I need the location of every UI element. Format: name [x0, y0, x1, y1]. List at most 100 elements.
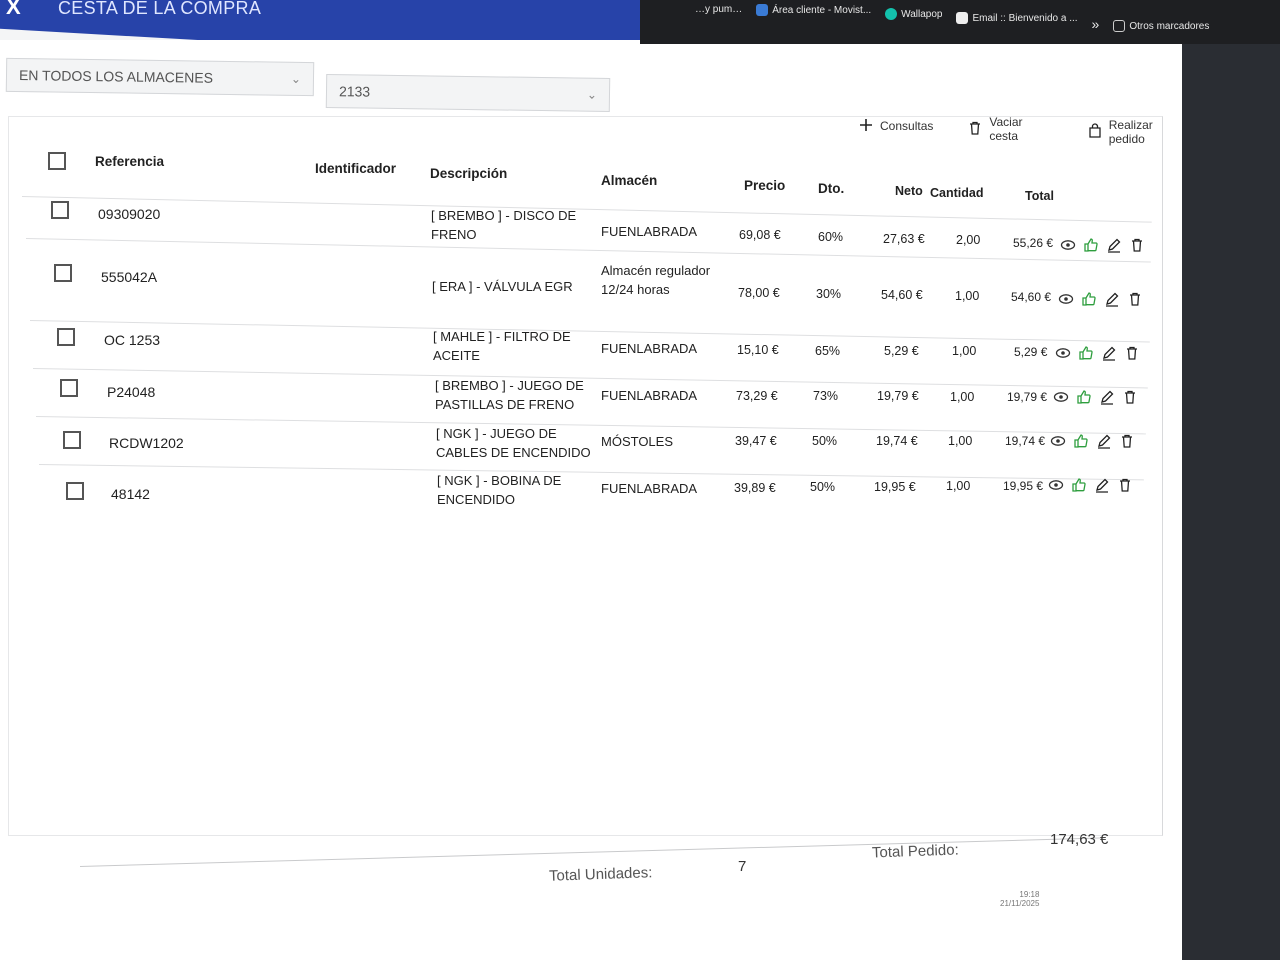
row-actions	[1057, 290, 1143, 307]
cell-precio: 73,29 €	[736, 389, 778, 403]
row-checkbox[interactable]	[57, 328, 75, 346]
col-descripcion: Descripción	[430, 166, 508, 181]
cell-total: 19,79 €	[1007, 390, 1048, 404]
total-unidades-value: 7	[738, 858, 747, 875]
client-select-value: 2133	[338, 83, 371, 100]
trash-icon[interactable]	[1128, 236, 1145, 253]
pencil-icon[interactable]	[1105, 236, 1122, 253]
trash-icon[interactable]	[1126, 290, 1143, 307]
total-unidades-label: Total Unidades:	[548, 864, 653, 885]
clock-time: 19:18	[1019, 890, 1040, 899]
pencil-icon[interactable]	[1093, 476, 1110, 493]
cell-precio: 39,47 €	[735, 434, 777, 448]
pencil-icon[interactable]	[1098, 388, 1115, 405]
pencil-icon[interactable]	[1095, 432, 1112, 449]
eye-icon[interactable]	[1057, 290, 1074, 307]
screen: X CESTA DE LA COMPRA EN TODOS LOS ALMACE…	[0, 0, 1190, 960]
warehouse-select-value: EN TODOS LOS ALMACENES	[18, 67, 214, 86]
cell-precio: 78,00 €	[738, 286, 780, 300]
cell-total: 5,29 €	[1014, 345, 1048, 359]
bookmark-label: …y pum…	[695, 4, 743, 15]
cell-cantidad: 1,00	[948, 434, 973, 448]
cell-cantidad: 1,00	[946, 479, 971, 493]
cell-dto: 60%	[818, 230, 844, 244]
row-checkbox[interactable]	[54, 264, 72, 282]
cell-neto: 19,74 €	[876, 434, 918, 448]
total-pedido-value: 174,63 €	[1050, 831, 1109, 848]
eye-icon[interactable]	[1049, 432, 1066, 449]
row-actions	[1059, 236, 1145, 253]
pencil-icon[interactable]	[1100, 344, 1117, 361]
cell-precio: 15,10 €	[737, 343, 779, 357]
row-actions	[1049, 432, 1135, 449]
cell-referencia: 09309020	[98, 206, 161, 222]
bookmarks-bar: …y pum… Área cliente - Movist... Wallapo…	[640, 0, 1280, 44]
eye-icon[interactable]	[1054, 344, 1071, 361]
cell-precio: 39,89 €	[734, 481, 776, 495]
cell-cantidad: 1,00	[955, 289, 980, 303]
trash-icon[interactable]	[1121, 388, 1138, 405]
cell-descripcion: [ MAHLE ] - FILTRO DE ACEITE	[433, 329, 571, 363]
movistar-icon	[756, 4, 769, 16]
bookmark-item[interactable]: Wallapop	[885, 8, 942, 20]
chevron-down-icon: ⌄	[586, 87, 598, 102]
wallapop-icon	[885, 8, 898, 20]
eye-icon[interactable]	[1059, 236, 1076, 253]
thumbs-up-icon[interactable]	[1075, 388, 1092, 405]
cell-neto: 19,79 €	[877, 389, 919, 403]
cell-dto: 65%	[815, 344, 841, 358]
cell-referencia: RCDW1202	[109, 435, 184, 451]
col-dto: Dto.	[818, 181, 845, 196]
cell-referencia: 48142	[111, 486, 150, 502]
bookmark-item[interactable]: Área cliente - Movist...	[756, 4, 871, 16]
cell-almacen: FUENLABRADA	[601, 388, 698, 403]
thumbs-up-icon[interactable]	[1077, 344, 1094, 361]
thumbs-up-icon[interactable]	[1080, 290, 1097, 307]
cell-almacen: Almacén regulador 12/24 horas	[601, 263, 711, 297]
bookmark-item[interactable]: Otros marcadores	[1113, 20, 1209, 32]
col-neto: Neto	[895, 184, 923, 198]
bookmark-item[interactable]: …y pum…	[695, 4, 742, 15]
email-icon	[956, 12, 969, 24]
monitor-bezel	[1182, 44, 1280, 960]
warehouse-select[interactable]: EN TODOS LOS ALMACENES ⌄	[5, 57, 315, 97]
clock-date: 21/11/2025	[1000, 899, 1040, 908]
cell-descripcion: [ NGK ] - BOBINA DE ENCENDIDO	[437, 473, 562, 507]
eye-icon[interactable]	[1052, 388, 1069, 405]
row-actions	[1047, 476, 1133, 493]
client-select[interactable]: 2133 ⌄	[325, 74, 611, 112]
cell-descripcion: [ BREMBO ] - DISCO DE FRENO	[431, 208, 577, 242]
bookmark-label: Otros marcadores	[1129, 20, 1210, 32]
system-tray: 19:18 21/11/2025	[1000, 890, 1039, 908]
row-checkbox[interactable]	[63, 431, 81, 449]
cell-cantidad: 2,00	[956, 233, 981, 247]
cell-almacen: FUENLABRADA	[601, 224, 698, 239]
trash-icon[interactable]	[1116, 476, 1133, 493]
trash-icon[interactable]	[1118, 432, 1135, 449]
select-all-checkbox[interactable]	[48, 152, 66, 170]
cell-descripcion: [ ERA ] - VÁLVULA EGR	[432, 279, 573, 294]
chevron-double-right-icon: »	[1091, 16, 1100, 32]
bookmark-label: Área cliente - Movist...	[772, 4, 872, 16]
cell-almacen: FUENLABRADA	[601, 481, 698, 496]
cell-dto: 30%	[816, 287, 842, 301]
pencil-icon[interactable]	[1103, 290, 1120, 307]
thumbs-up-icon[interactable]	[1072, 432, 1089, 449]
bookmark-label: Wallapop	[901, 8, 943, 20]
col-almacen: Almacén	[601, 173, 658, 188]
bookmark-label: Email :: Bienvenido a ...	[972, 12, 1078, 24]
row-checkbox[interactable]	[60, 379, 78, 397]
bookmarks-overflow[interactable]: »	[1092, 16, 1100, 32]
cell-neto: 54,60 €	[881, 288, 923, 302]
row-checkbox[interactable]	[66, 482, 84, 500]
row-checkbox[interactable]	[51, 201, 69, 219]
trash-icon[interactable]	[1123, 344, 1140, 361]
eye-icon[interactable]	[1047, 476, 1064, 493]
close-button[interactable]: X	[6, 0, 21, 20]
col-precio: Precio	[744, 178, 786, 193]
col-referencia: Referencia	[95, 154, 165, 169]
thumbs-up-icon[interactable]	[1070, 476, 1087, 493]
bookmark-item[interactable]: Email :: Bienvenido a ...	[956, 12, 1078, 24]
thumbs-up-icon[interactable]	[1082, 236, 1099, 253]
cell-descripcion: [ NGK ] - JUEGO DE CABLES DE ENCENDIDO	[436, 426, 591, 460]
